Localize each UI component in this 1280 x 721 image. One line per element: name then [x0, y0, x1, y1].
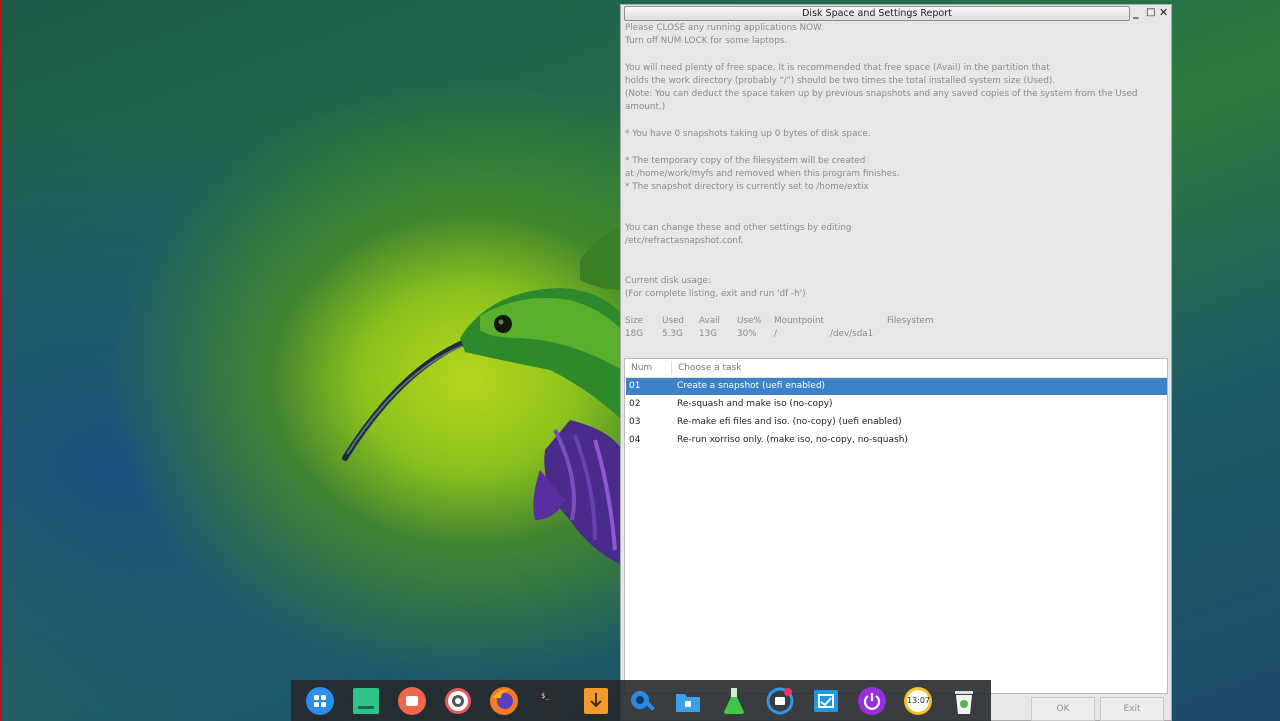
task-label: Re-run xorriso only. (make iso, no-copy,… [677, 435, 908, 445]
task-row-03[interactable]: 03 Re-make efi files and iso. (no-copy) … [626, 414, 1167, 431]
task-label: Create a snapshot (uefi enabled) [677, 381, 826, 391]
camera-icon[interactable] [765, 686, 795, 716]
column-divider [671, 361, 672, 375]
report-line: * The temporary copy of the filesystem w… [625, 156, 866, 166]
firefox-icon[interactable] [489, 686, 519, 716]
title-bar[interactable]: Disk Space and Settings Report _ □ ✕ [621, 5, 1171, 22]
screen-recorder-icon[interactable] [397, 686, 427, 716]
report-line: amount.) [625, 102, 666, 112]
report-line: * The snapshot directory is currently se… [625, 182, 869, 192]
task-num: 02 [629, 399, 641, 409]
report-line: holds the work directory (probably "/") … [625, 76, 1056, 86]
report-line: at /home/work/myfs and removed when this… [625, 169, 900, 179]
settings-icon[interactable] [443, 686, 473, 716]
report-line: (Note: You can deduct the space taken up… [625, 89, 1138, 99]
task-list-header: Num Choose a task [625, 359, 1167, 378]
column-header-task[interactable]: Choose a task [678, 363, 741, 373]
report-line: * You have 0 snapshots taking up 0 bytes… [625, 129, 871, 139]
close-icon[interactable]: ✕ [1159, 5, 1168, 20]
disk-header-filesystem: Filesystem [887, 316, 934, 326]
disk-header-avail: Avail [699, 316, 720, 326]
report-line: (For complete listing, exit and run 'df … [625, 289, 806, 299]
disk-header-used: Used [662, 316, 685, 326]
ok-button[interactable]: OK [1031, 697, 1095, 721]
task-label: Re-make efi files and iso. (no-copy) (ue… [677, 417, 902, 427]
maximize-icon[interactable]: □ [1146, 5, 1155, 20]
disk-header-size: Size [625, 316, 644, 326]
task-row-04[interactable]: 04 Re-run xorriso only. (make iso, no-co… [626, 432, 1167, 449]
lab-flask-icon[interactable] [719, 686, 749, 716]
launcher-icon[interactable] [305, 686, 335, 716]
clock-icon[interactable]: 13:07 [903, 686, 933, 716]
window-title: Disk Space and Settings Report [624, 6, 1130, 21]
power-icon[interactable] [857, 686, 887, 716]
terminal-icon[interactable]: $_ [535, 686, 565, 716]
report-line: Current disk usage: [625, 276, 711, 286]
svg-text:$_: $_ [541, 692, 550, 700]
report-line: /etc/refractasnapshot.conf. [625, 236, 744, 246]
task-label: Re-squash and make iso (no-copy) [677, 399, 833, 409]
task-row-01[interactable]: 01 Create a snapshot (uefi enabled) [626, 378, 1167, 395]
system-tools-icon[interactable] [627, 686, 657, 716]
report-line: Please CLOSE any running applications NO… [625, 23, 824, 33]
exit-button[interactable]: Exit [1100, 697, 1164, 721]
task-row-02[interactable]: 02 Re-squash and make iso (no-copy) [626, 396, 1167, 413]
task-num: 03 [629, 417, 641, 427]
disk-value-usepct: 30% [737, 329, 757, 339]
disk-value-mountpoint: / [774, 329, 777, 339]
disk-value-used: 5.3G [662, 329, 683, 339]
disk-value-filesystem: /dev/sda1 [830, 329, 874, 339]
disk-header-usepct: Use% [737, 316, 762, 326]
clock-text: 13:07 [907, 696, 931, 705]
report-line: You will need plenty of free space. It i… [625, 63, 1050, 73]
hummingbird-image [342, 228, 622, 565]
column-header-num[interactable]: Num [631, 363, 652, 373]
file-manager-icon[interactable] [351, 686, 381, 716]
task-num: 01 [629, 381, 641, 391]
disk-value-avail: 13G [699, 329, 718, 339]
screenshot-icon[interactable] [811, 686, 841, 716]
trash-icon[interactable] [949, 686, 979, 716]
minimize-icon[interactable]: _ [1133, 5, 1139, 20]
downloader-icon[interactable] [581, 686, 611, 716]
disk-header-mountpoint: Mountpoint [774, 316, 825, 326]
report-line: You can change these and other settings … [625, 223, 852, 233]
task-num: 04 [629, 435, 641, 445]
disk-report-dialog: Disk Space and Settings Report _ □ ✕ Ple… [620, 4, 1172, 721]
folder-icon[interactable] [673, 686, 703, 716]
task-list[interactable]: Num Choose a task 01 Create a snapshot (… [624, 358, 1168, 694]
report-line: Turn off NUM LOCK for some laptops. [625, 36, 788, 46]
disk-value-size: 18G [625, 329, 644, 339]
dock: $_ 13:07 [291, 680, 991, 721]
